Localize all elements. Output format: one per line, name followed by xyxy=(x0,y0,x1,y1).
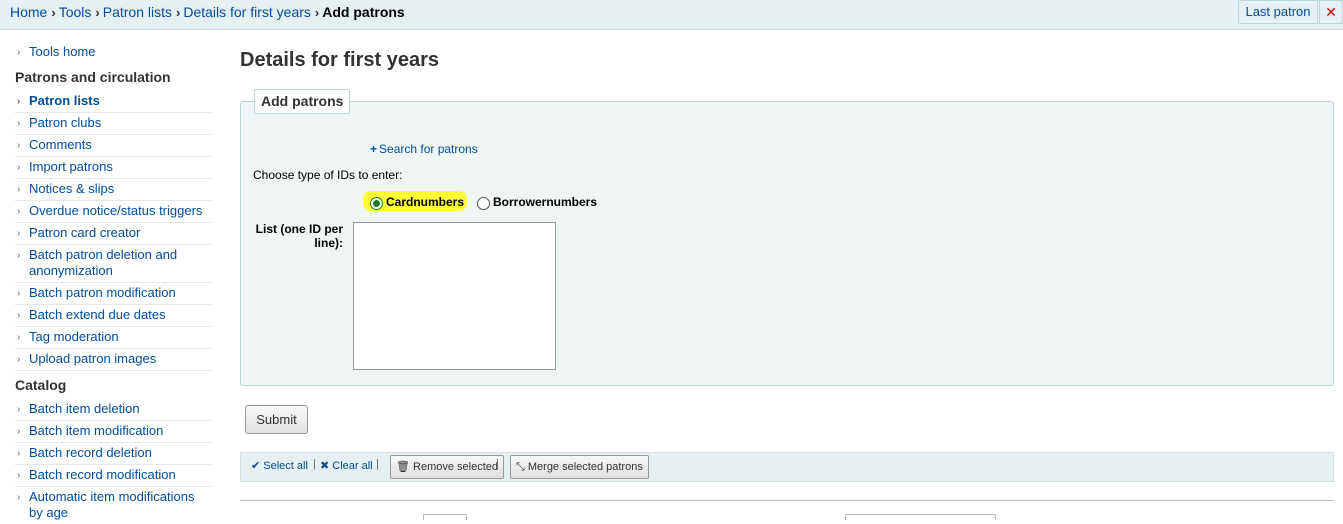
sidebar-item-batch-item-deletion[interactable]: › Batch item deletion xyxy=(15,399,211,421)
chevron-right-icon: › xyxy=(17,288,21,299)
sidebar-item-patron-clubs[interactable]: › Patron clubs xyxy=(15,113,211,135)
chevron-right-icon: › xyxy=(17,332,21,343)
plus-icon: + xyxy=(370,142,378,156)
chevron-right-icon: › xyxy=(17,96,21,107)
chevron-right-icon: › xyxy=(17,404,21,415)
page-title: Details for first years xyxy=(240,49,439,71)
sidebar-item-import-patrons[interactable]: › Import patrons xyxy=(15,157,211,179)
chevron-right-icon: › xyxy=(17,162,21,173)
merge-icon: ⤡ xyxy=(516,461,525,473)
last-patron-button[interactable]: Last patron xyxy=(1238,0,1318,24)
sidebar-item-patron-lists[interactable]: › Patron lists xyxy=(15,91,211,113)
fieldset-legend: Add patrons xyxy=(254,89,351,114)
breadcrumb-separator: › xyxy=(95,5,100,20)
sidebar-item-batch-extend-due-dates[interactable]: › Batch extend due dates xyxy=(15,305,211,327)
sidebar-item-batch-patron-deletion[interactable]: › Batch patron deletion and anonymization xyxy=(15,245,211,283)
sidebar-item-overdue-triggers[interactable]: › Overdue notice/status triggers xyxy=(15,201,211,223)
sidebar-item-tools-home[interactable]: › Tools home xyxy=(15,42,211,63)
borrowernumbers-radio-label[interactable]: Borrowernumbers xyxy=(493,195,597,209)
chevron-right-icon: › xyxy=(17,250,21,261)
merge-selected-button[interactable]: ⤡ Merge selected patrons xyxy=(510,455,649,479)
breadcrumb-current: Add patrons xyxy=(322,4,405,20)
chevron-right-icon: › xyxy=(17,118,21,129)
sidebar-item-batch-record-deletion[interactable]: › Batch record deletion xyxy=(15,443,211,465)
toolbar-separator: | xyxy=(313,458,316,470)
chevron-right-icon: › xyxy=(17,184,21,195)
search-patrons-link[interactable]: + Search for patrons xyxy=(370,142,478,156)
sidebar-item-upload-patron-images[interactable]: › Upload patron images xyxy=(15,349,211,371)
breadcrumb-tools[interactable]: Tools xyxy=(59,4,92,20)
chevron-right-icon: › xyxy=(17,228,21,239)
chevron-right-icon: › xyxy=(17,492,21,503)
id-list-textarea[interactable] xyxy=(353,222,556,370)
chevron-right-icon: › xyxy=(17,47,21,58)
chevron-right-icon: › xyxy=(17,310,21,321)
chevron-right-icon: › xyxy=(17,140,21,151)
divider xyxy=(240,500,1334,501)
sidebar: › Tools home Patrons and circulation › Pat… xyxy=(15,42,211,524)
sidebar-item-notices-slips[interactable]: › Notices & slips xyxy=(15,179,211,201)
close-icon[interactable]: ✕ xyxy=(1319,0,1343,24)
table-control-stub[interactable] xyxy=(845,514,996,520)
cardnumbers-radio[interactable] xyxy=(370,197,383,210)
sidebar-item-batch-record-modification[interactable]: › Batch record modification xyxy=(15,465,211,487)
trash-icon: 🗑 xyxy=(396,461,410,473)
toolbar-separator: | xyxy=(376,458,379,470)
table-control-stub[interactable] xyxy=(423,514,467,520)
sidebar-item-patron-card-creator[interactable]: › Patron card creator xyxy=(15,223,211,245)
breadcrumb-separator: › xyxy=(314,5,320,20)
sidebar-section-patrons: Patrons and circulation xyxy=(15,69,171,85)
sidebar-section-catalog: Catalog xyxy=(15,377,67,393)
sidebar-item-tag-moderation[interactable]: › Tag moderation xyxy=(15,327,211,349)
submit-button[interactable]: Submit xyxy=(245,405,308,434)
x-icon: ✖ xyxy=(320,460,330,472)
breadcrumb-list-details[interactable]: Details for first years xyxy=(183,4,311,20)
cardnumbers-radio-label[interactable]: Cardnumbers xyxy=(386,195,464,209)
remove-selected-button[interactable]: 🗑 Remove selected xyxy=(390,455,505,479)
breadcrumb: Home › Tools › Patron lists › Details for firs… xyxy=(10,4,405,21)
sidebar-item-automatic-item-modifications[interactable]: › Automatic item modifications by age xyxy=(15,487,211,524)
breadcrumb-home[interactable]: Home xyxy=(10,4,47,20)
id-type-label: Choose type of IDs to enter: xyxy=(253,168,403,182)
chevron-right-icon: › xyxy=(17,470,21,481)
chevron-right-icon: › xyxy=(17,206,21,217)
breadcrumb-patron-lists[interactable]: Patron lists xyxy=(103,4,172,20)
breadcrumb-separator: › xyxy=(51,5,56,20)
chevron-right-icon: › xyxy=(17,448,21,459)
select-all-link[interactable]: ✔ Select all xyxy=(251,459,308,472)
breadcrumb-separator: › xyxy=(175,5,181,20)
sidebar-item-batch-item-modification[interactable]: › Batch item modification xyxy=(15,421,211,443)
sidebar-item-comments[interactable]: › Comments xyxy=(15,135,211,157)
clear-all-link[interactable]: ✖ Clear all xyxy=(320,459,373,472)
sidebar-item-batch-patron-modification[interactable]: › Batch patron modification xyxy=(15,283,211,305)
chevron-right-icon: › xyxy=(17,426,21,437)
chevron-right-icon: › xyxy=(17,354,21,365)
toolbar-separator: | xyxy=(496,458,499,470)
check-icon: ✔ xyxy=(251,460,261,472)
id-list-label: List (one ID per line): xyxy=(255,222,343,250)
borrowernumbers-radio[interactable] xyxy=(477,197,490,210)
